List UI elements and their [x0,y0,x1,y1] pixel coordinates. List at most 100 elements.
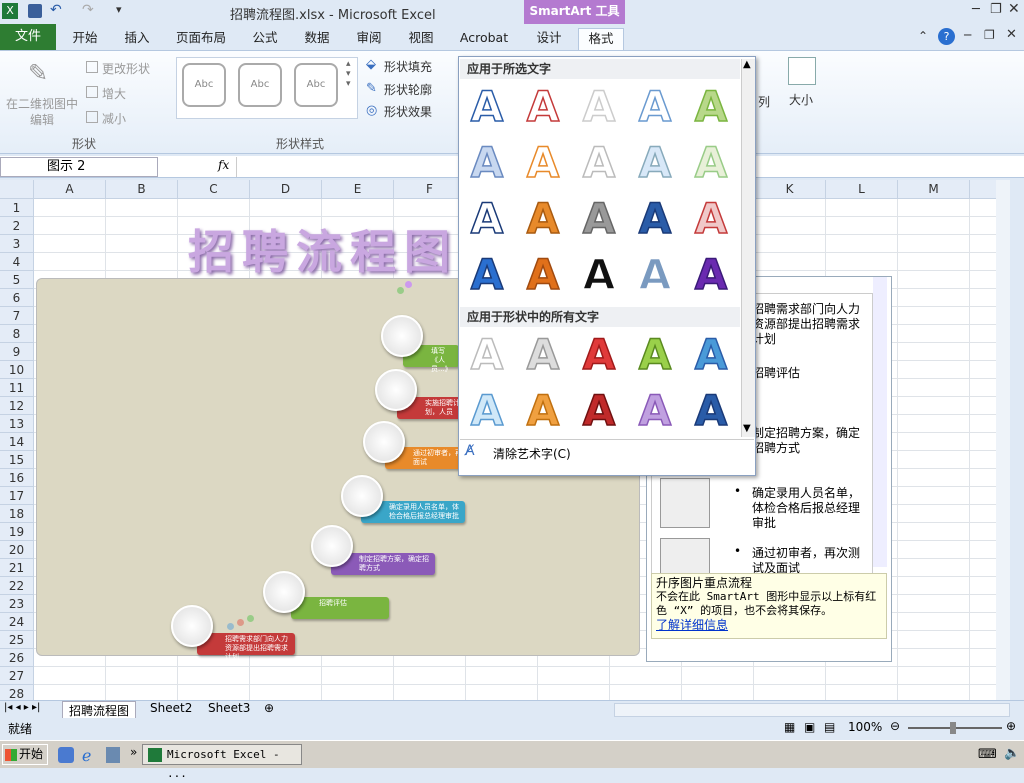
step-5-picture[interactable] [311,525,353,567]
row-header[interactable]: 12 [0,397,34,415]
row-header[interactable]: 24 [0,613,34,631]
row-header[interactable]: 15 [0,451,34,469]
wordart-style-all-5[interactable]: A [689,332,733,378]
text-pane-scrollbar[interactable] [873,277,887,567]
row-header[interactable]: 6 [0,289,34,307]
wordart-style-all-7[interactable]: A [521,388,565,434]
tab-formulas[interactable]: 公式 [244,28,286,50]
shape-style-2[interactable]: Abc [238,63,282,107]
clear-wordart-button[interactable]: 清除艺术字(C) [493,445,571,462]
change-shape-button[interactable]: 更改形状 [102,60,150,77]
wordart-style-all-3[interactable]: A [577,332,621,378]
row-header[interactable]: 10 [0,361,34,379]
select-all[interactable] [0,180,34,199]
wordart-style-selected-8[interactable]: A [577,140,621,186]
wordart-style-selected-2[interactable]: A [521,84,565,130]
shape-style-3[interactable]: Abc [294,63,338,107]
insert-sheet-icon[interactable]: ⊕ [264,701,274,715]
row-header[interactable]: 25 [0,631,34,649]
wordart-style-selected-7[interactable]: A [521,140,565,186]
column-header[interactable]: F [394,180,466,199]
minimize-icon[interactable]: ─ [972,2,980,17]
learn-more-link[interactable]: 了解详细信息 [656,618,882,632]
row-header[interactable]: 9 [0,343,34,361]
gallery-scrollbar[interactable] [741,59,755,437]
shape-outline-button[interactable]: 形状轮廓 [384,81,432,98]
row-header[interactable]: 18 [0,505,34,523]
zoom-in-icon[interactable]: ⊕ [1006,719,1016,733]
sheet-tab-3[interactable]: Sheet3 [204,701,254,715]
wordart-style-selected-16[interactable]: A [465,252,509,298]
quicklaunch-icon-1[interactable] [58,747,74,763]
step-4-picture[interactable] [341,475,383,517]
column-header[interactable]: C [178,180,250,199]
wordart-title[interactable]: 招聘流程图 [188,216,458,282]
column-header[interactable]: K [754,180,826,199]
wordart-style-selected-19[interactable]: A [633,252,677,298]
taskbar-excel-button[interactable]: Microsoft Excel - ... [142,744,302,780]
excel-icon[interactable]: X [2,3,18,19]
page-break-view-icon[interactable]: ▤ [824,720,835,734]
tab-format[interactable]: 格式 [578,28,624,50]
row-header[interactable]: 1 [0,199,34,217]
wordart-style-all-6[interactable]: A [465,388,509,434]
normal-view-icon[interactable]: ▦ [784,720,795,734]
wb-restore-icon[interactable]: ❐ [984,28,995,42]
page-layout-view-icon[interactable]: ▣ [804,720,815,734]
tab-design[interactable]: 设计 [528,28,570,50]
wordart-style-all-2[interactable]: A [521,332,565,378]
tab-home[interactable]: 开始 [62,28,108,50]
step-2-picture[interactable] [375,369,417,411]
tray-volume-icon[interactable]: 🔈 [1004,746,1020,761]
arrange-fragment[interactable]: 列 [758,93,770,110]
column-header[interactable]: E [322,180,394,199]
help-icon[interactable]: ? [938,28,955,45]
wordart-style-selected-6[interactable]: A [465,140,509,186]
tab-file[interactable]: 文件 [0,24,56,51]
row-header[interactable]: 13 [0,415,34,433]
quicklaunch-icon-3[interactable] [106,747,120,763]
row-header[interactable]: 23 [0,595,34,613]
tab-review[interactable]: 审阅 [348,28,390,50]
save-icon[interactable] [28,4,42,18]
edit-2d-label[interactable]: 在二维视图中 [6,95,78,112]
gallery-scroll-icon[interactable]: ▴ ▾ ▾ [346,59,351,89]
restore-icon[interactable]: ❐ [990,2,1002,17]
row-header[interactable]: 26 [0,649,34,667]
name-box[interactable]: 图示 2 [0,157,158,177]
wordart-style-selected-14[interactable]: A [633,196,677,242]
wordart-style-selected-9[interactable]: A [633,140,677,186]
wb-minimize-icon[interactable]: ─ [964,28,971,42]
row-header[interactable]: 28 [0,685,34,700]
smaller-button[interactable]: 减小 [102,110,126,127]
wb-close-icon[interactable]: ✕ [1006,27,1017,42]
row-header[interactable]: 8 [0,325,34,343]
wordart-style-selected-5[interactable]: A [689,84,733,130]
row-header[interactable]: 27 [0,667,34,685]
redo-icon[interactable]: ↷ [82,2,94,18]
edit-2d-icon[interactable]: ✎ [28,59,56,87]
wordart-style-all-8[interactable]: A [577,388,621,434]
tab-view[interactable]: 视图 [400,28,442,50]
zoom-out-icon[interactable]: ⊖ [890,719,900,733]
shape-fill-button[interactable]: 形状填充 [384,58,432,75]
wordart-style-all-10[interactable]: A [689,388,733,434]
text-pane-item-3b[interactable]: 招聘方式 [752,439,800,456]
step-7-picture[interactable] [171,605,213,647]
wordart-style-selected-1[interactable]: A [465,84,509,130]
larger-button[interactable]: 增大 [102,85,126,102]
sheet-tab-2[interactable]: Sheet2 [146,701,196,715]
wordart-style-selected-15[interactable]: A [689,196,733,242]
wordart-style-selected-20[interactable]: A [689,252,733,298]
wordart-style-selected-13[interactable]: A [577,196,621,242]
wordart-style-all-9[interactable]: A [633,388,677,434]
step-6[interactable]: 招聘评估 [291,597,389,619]
close-icon[interactable]: ✕ [1008,1,1020,17]
shape-effects-button[interactable]: 形状效果 [384,103,432,120]
row-header[interactable]: 5 [0,271,34,289]
h-scrollbar[interactable] [614,703,1010,717]
step-3-picture[interactable] [363,421,405,463]
row-header[interactable]: 16 [0,469,34,487]
tab-page-layout[interactable]: 页面布局 [168,28,234,50]
tray-keyboard-icon[interactable]: ⌨ [978,747,997,762]
